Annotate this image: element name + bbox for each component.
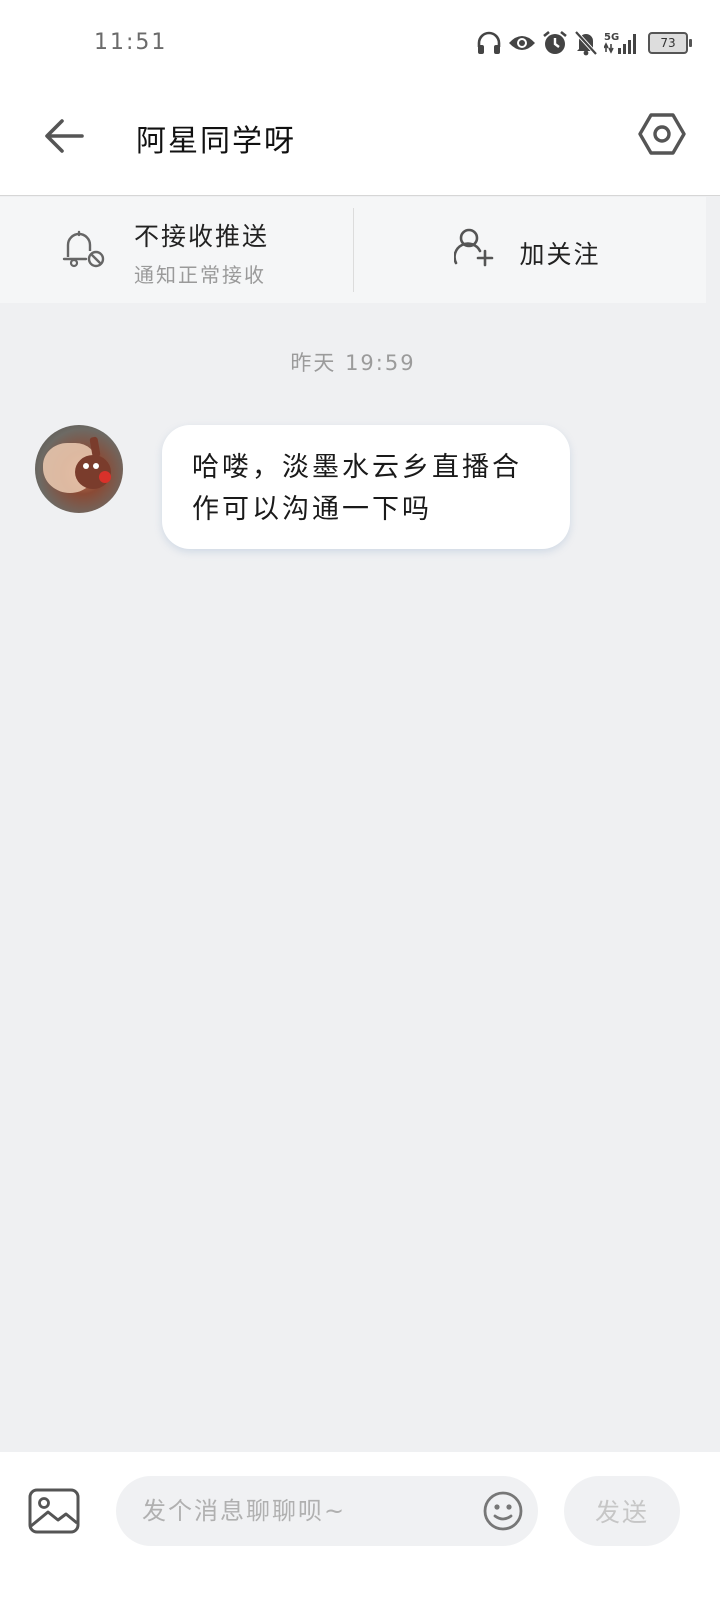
emoji-button[interactable] bbox=[482, 1490, 524, 1532]
status-time: 11:51 bbox=[94, 30, 168, 55]
message-timestamp: 昨天 19:59 bbox=[290, 351, 416, 375]
arrow-left-icon bbox=[44, 118, 84, 158]
image-button[interactable] bbox=[28, 1488, 80, 1534]
action-bar: 不接收推送 通知正常接收 加关注 bbox=[0, 197, 706, 303]
image-icon bbox=[28, 1488, 80, 1538]
message-input[interactable] bbox=[142, 1476, 472, 1546]
message-input-wrap bbox=[116, 1476, 538, 1546]
back-button[interactable] bbox=[36, 110, 92, 166]
mute-push-subtitle: 通知正常接收 bbox=[134, 263, 266, 287]
bell-off-icon bbox=[62, 227, 106, 273]
alarm-icon bbox=[542, 30, 568, 56]
svg-text:5G: 5G bbox=[604, 32, 619, 43]
battery-icon: 73 bbox=[648, 32, 692, 54]
message-text: 哈喽，淡墨水云乡直播合作可以沟通一下吗 bbox=[192, 452, 522, 525]
message-bubble[interactable]: 哈喽，淡墨水云乡直播合作可以沟通一下吗 bbox=[162, 425, 570, 549]
chat-area[interactable]: 昨天 19:59 哈喽，淡墨水云乡直播合作可以沟通一下吗 bbox=[0, 303, 706, 1483]
page-title: 阿星同学呀 bbox=[136, 124, 296, 159]
chat-screen: 11:51 5G 73 阿星同学呀 不接收推送 通知正常接收 加关注 昨天 19… bbox=[0, 0, 720, 1600]
emoji-icon bbox=[482, 1491, 524, 1536]
settings-button[interactable] bbox=[632, 106, 692, 166]
input-bar: 发送 bbox=[0, 1452, 720, 1600]
status-bar: 11:51 5G 73 bbox=[0, 0, 720, 88]
headphones-icon bbox=[476, 31, 502, 55]
avatar[interactable] bbox=[35, 425, 123, 513]
chat-header: 阿星同学呀 bbox=[0, 88, 720, 196]
follow-button[interactable]: 加关注 bbox=[354, 197, 707, 303]
mute-push-title: 不接收推送 bbox=[134, 222, 270, 251]
hexagon-settings-icon bbox=[638, 112, 686, 160]
status-icons: 5G 73 bbox=[476, 28, 692, 58]
send-button[interactable]: 发送 bbox=[564, 1476, 680, 1546]
user-add-icon bbox=[452, 227, 496, 271]
bell-off-icon bbox=[574, 30, 598, 56]
follow-label: 加关注 bbox=[519, 240, 601, 269]
battery-level: 73 bbox=[660, 36, 676, 50]
eye-icon bbox=[508, 32, 536, 54]
signal-icon: 5G bbox=[604, 30, 642, 56]
mute-push-toggle[interactable]: 不接收推送 通知正常接收 bbox=[0, 197, 353, 303]
